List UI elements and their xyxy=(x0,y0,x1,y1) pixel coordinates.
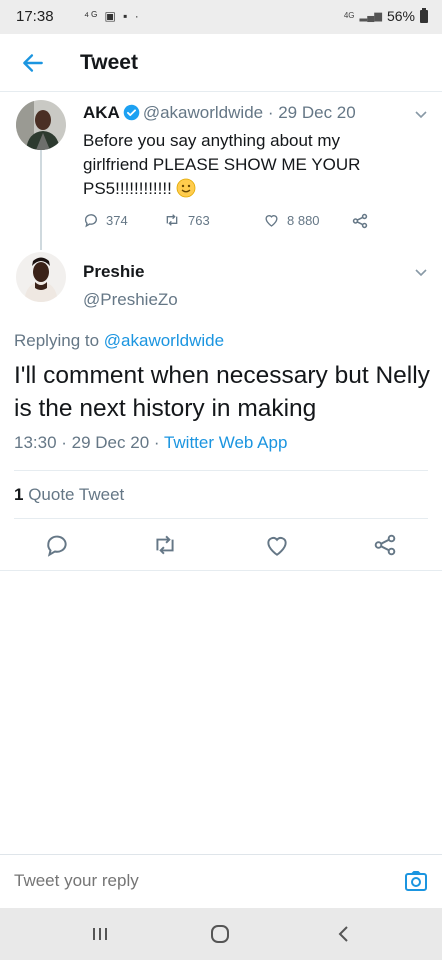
divider xyxy=(14,518,428,519)
share-action[interactable] xyxy=(351,212,369,230)
tweet-meta: 13:30 · 29 Dec 20 · Twitter Web App xyxy=(14,433,287,453)
thread-connector xyxy=(40,150,42,250)
reply-author-handle[interactable]: @PreshieZo xyxy=(83,290,178,310)
status-right: 4G ▂▄▆ 56% xyxy=(343,7,428,24)
quote-label: Quote Tweet xyxy=(23,485,125,504)
parent-tweet-text: Before you say anything about my girlfri… xyxy=(83,129,403,201)
author-handle-date: @akaworldwide · 29 Dec 20 xyxy=(142,103,356,122)
network-indicator: 4G xyxy=(343,11,355,20)
battery-icon xyxy=(420,7,428,23)
reply-icon xyxy=(84,214,97,228)
verified-badge-icon xyxy=(123,104,140,121)
status-bar: 17:38 ⁴ᴳ ▣ ▪ · 4G ▂▄▆ 56% xyxy=(0,0,442,34)
reply-icon[interactable] xyxy=(44,532,70,558)
status-time: 17:38 xyxy=(16,8,54,25)
heart-icon xyxy=(265,215,278,227)
notification-icons: ⁴ᴳ ▣ ▪ · xyxy=(84,9,141,23)
chevron-down-icon[interactable] xyxy=(414,110,428,120)
author-name[interactable]: AKA xyxy=(83,103,120,122)
back-nav-icon[interactable] xyxy=(330,922,358,946)
tweet-body: Before you say anything about my girlfri… xyxy=(83,131,361,198)
signal-icon: ▂▄▆ xyxy=(359,10,382,22)
like-action[interactable]: 8 880 xyxy=(263,212,320,228)
reply-count: 374 xyxy=(106,212,128,228)
replying-prefix: Replying to xyxy=(14,331,104,350)
quote-tweets-link[interactable]: 1 Quote Tweet xyxy=(14,485,124,505)
tweet-timestamp: 13:30 · 29 Dec 20 · xyxy=(14,433,164,452)
page-title: Tweet xyxy=(80,51,138,74)
reply-tweet-text: I'll comment when necessary but Nelly is… xyxy=(14,362,430,422)
system-nav-bar xyxy=(0,908,442,960)
reply-author-name[interactable]: Preshie xyxy=(83,262,144,282)
divider xyxy=(0,570,442,571)
reply-bar xyxy=(0,854,442,908)
heart-icon[interactable] xyxy=(264,532,290,558)
replying-to-handle[interactable]: @akaworldwide xyxy=(104,331,224,350)
share-icon[interactable] xyxy=(372,532,398,558)
parent-tweet-actions: 374 763 8 880 xyxy=(83,212,383,234)
retweet-action[interactable]: 763 xyxy=(163,212,210,228)
camera-icon[interactable] xyxy=(404,869,428,893)
avatar-preshie[interactable] xyxy=(16,252,66,302)
smiling-face-emoji-icon xyxy=(176,178,196,198)
recent-apps-icon[interactable] xyxy=(86,922,114,946)
chevron-down-icon[interactable] xyxy=(414,268,428,278)
source-app-link[interactable]: Twitter Web App xyxy=(164,433,287,452)
replying-to: Replying to @akaworldwide xyxy=(14,331,224,351)
like-count: 8 880 xyxy=(287,212,320,228)
avatar-aka[interactable] xyxy=(16,100,66,150)
battery-percent: 56% xyxy=(386,8,415,24)
reply-input[interactable] xyxy=(14,871,374,891)
divider xyxy=(14,470,428,471)
retweet-icon xyxy=(166,214,178,226)
retweet-icon[interactable] xyxy=(152,532,178,558)
share-icon xyxy=(352,213,368,229)
reply-tweet-actions xyxy=(0,530,442,560)
parent-tweet-header: AKA @akaworldwide · 29 Dec 20 xyxy=(83,103,356,123)
arrow-left-icon[interactable] xyxy=(20,50,46,76)
top-header: Tweet xyxy=(0,34,442,92)
reply-action[interactable]: 374 xyxy=(83,212,128,228)
retweet-count: 763 xyxy=(188,212,210,228)
home-icon[interactable] xyxy=(206,922,234,946)
